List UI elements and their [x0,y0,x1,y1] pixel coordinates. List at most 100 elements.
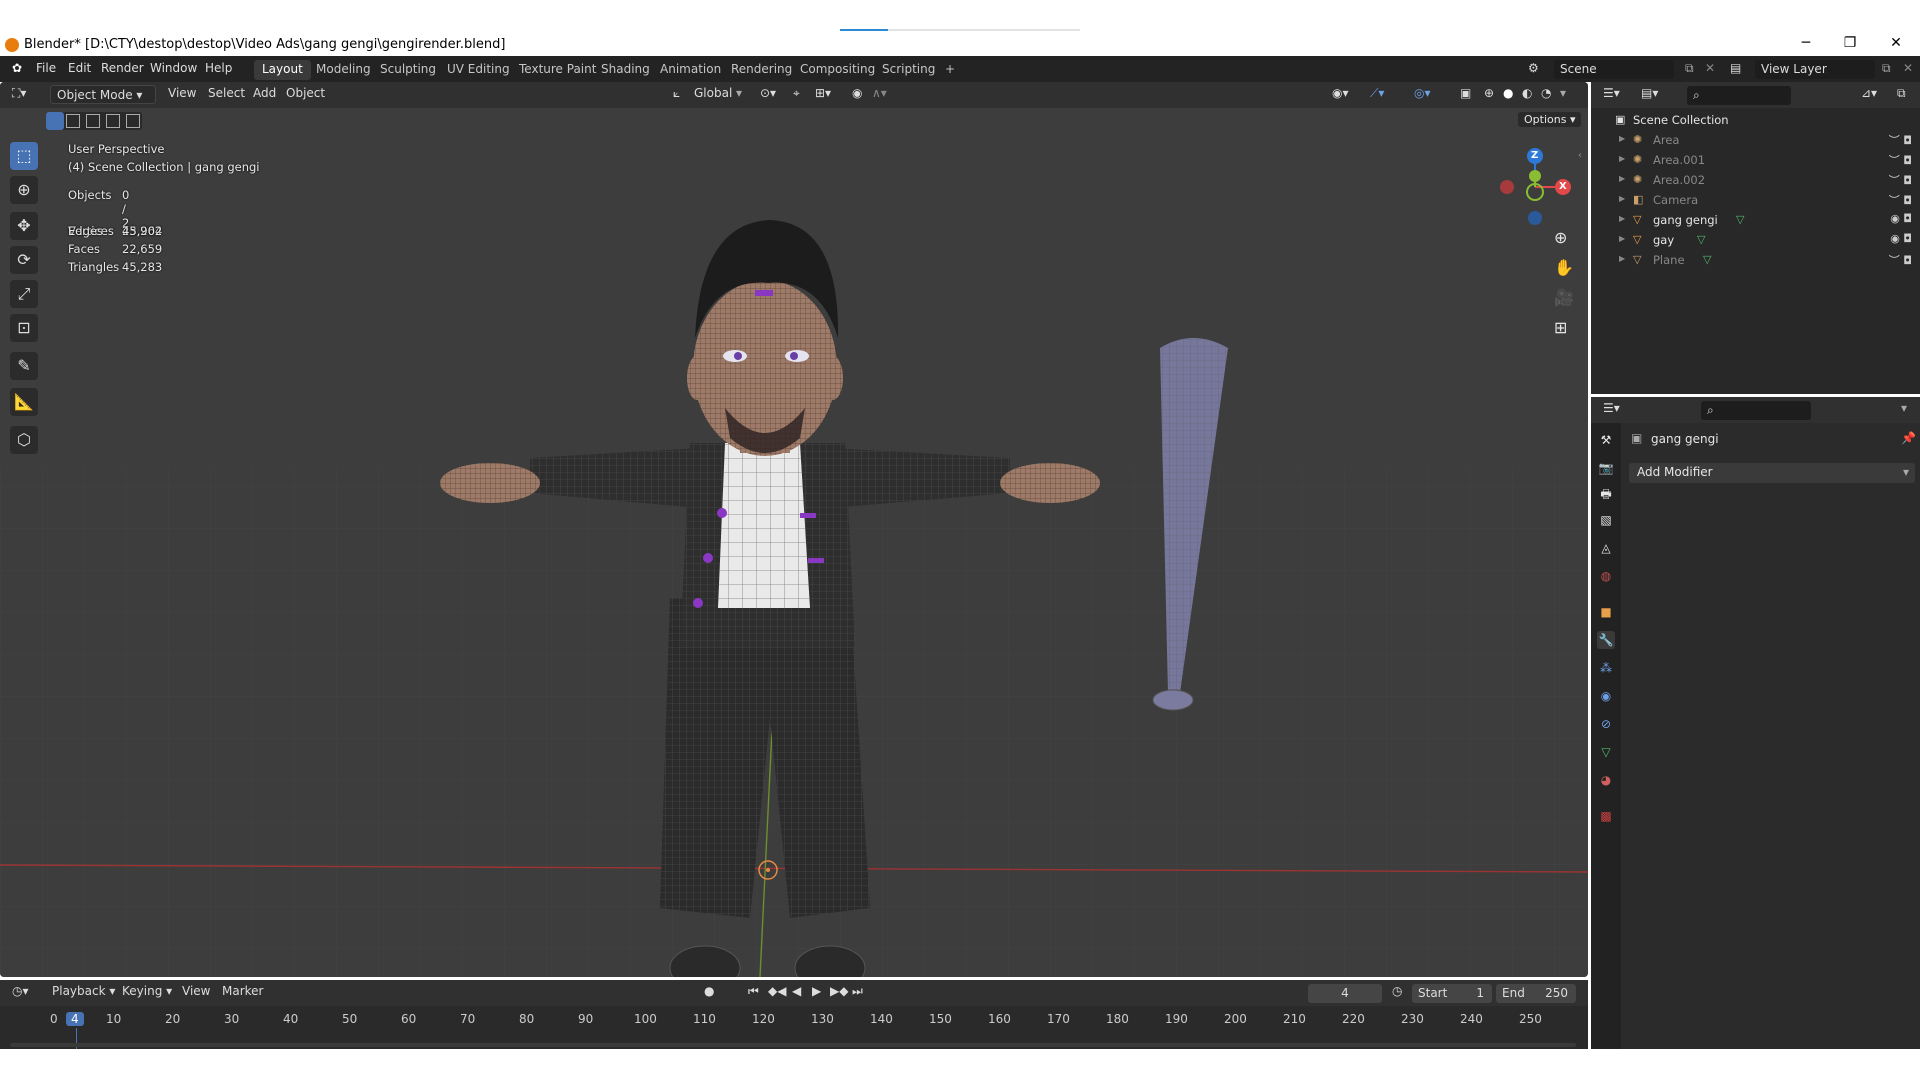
timeline-editor-type-icon[interactable]: ◷▾ [12,984,29,998]
playhead-frame-indicator[interactable]: 4 [66,1012,84,1026]
timeline-scrollbar[interactable] [10,1043,1576,1047]
pan-hand-icon[interactable]: ✋ [1554,258,1574,277]
menu-select[interactable]: Select [208,86,245,100]
measure-tool-icon[interactable]: 📐 [10,388,38,416]
tab-sculpting[interactable]: Sculpting [372,60,444,80]
view-layer-icon[interactable]: ▤ [1730,61,1741,75]
new-collection-icon[interactable]: ⧉ [1897,86,1906,101]
select-intersect-icon[interactable] [126,114,140,128]
maximize-button[interactable]: ❐ [1835,35,1865,51]
visibility-toggle-icon[interactable]: ◉ ◘ [1890,232,1912,245]
options-button[interactable]: Options ▾ [1518,112,1582,127]
material-shading-icon[interactable]: ◐ [1522,86,1532,100]
blender-menu-icon[interactable]: ✿ [12,61,22,75]
tab-rendering[interactable]: Rendering [723,60,800,80]
outliner-editor-type-icon[interactable]: ☰▾ [1603,86,1620,100]
move-tool-icon[interactable]: ✥ [10,212,38,240]
menu-file[interactable]: File [36,61,56,75]
menu-object[interactable]: Object [286,86,325,100]
transform-tool-icon[interactable]: ⊡ [10,314,38,342]
texture-tab-icon[interactable]: ▩ [1597,807,1615,825]
visibility-toggle-icon[interactable]: ◉ ◘ [1890,212,1912,225]
expand-arrow-icon[interactable]: ▶ [1619,254,1625,263]
menu-playback[interactable]: Playback ▾ [52,984,115,998]
properties-options-icon[interactable]: ▾ [1901,401,1907,415]
menu-render[interactable]: Render [101,61,144,75]
add-cube-tool-icon[interactable]: ⬡ [10,426,38,454]
object-tab-icon[interactable]: ■ [1597,603,1615,621]
visibility-toggle-icon[interactable]: ︶ ◘ [1889,132,1912,148]
rotate-tool-icon[interactable]: ⟳ [10,246,38,274]
physics-tab-icon[interactable]: ◉ [1597,687,1615,705]
add-modifier-button[interactable]: Add Modifier ▾ [1629,463,1915,483]
timeline-panel[interactable]: ◷▾ Playback ▾ Keying ▾ View Marker ● ⏮ ◆… [0,980,1588,1049]
cursor-tool-icon[interactable]: ⊕ [10,176,38,204]
jump-start-icon[interactable]: ⏮ [748,984,759,999]
expand-arrow-icon[interactable]: ▶ [1619,174,1625,183]
next-keyframe-icon[interactable]: ▶◆ [830,984,848,998]
zoom-icon[interactable]: ⊕ [1554,228,1567,247]
new-scene-icon[interactable]: ⧉ [1685,61,1694,76]
properties-editor-type-icon[interactable]: ☰▾ [1603,401,1620,415]
current-frame-field[interactable]: 4 [1308,984,1382,1003]
jump-end-icon[interactable]: ⏭ [852,984,863,999]
gizmo-toggle-icon[interactable]: ⟋▾ [1370,86,1384,101]
xray-toggle-icon[interactable]: ▣ [1460,86,1471,100]
start-frame-field[interactable]: Start 1 [1412,984,1492,1003]
tab-modeling[interactable]: Modeling [308,60,379,80]
preview-range-icon[interactable]: ◷ [1392,984,1402,998]
select-box-tool-icon[interactable]: ⬚ [10,142,38,170]
select-subtract-icon[interactable] [86,114,100,128]
snap-icon[interactable]: ⌖ [793,86,800,101]
expand-arrow-icon[interactable]: ▶ [1619,134,1625,143]
outliner-item-plane[interactable]: ▶ ▽ Plane ▽ ︶ ◘ [1591,250,1920,270]
annotate-tool-icon[interactable]: ✎ [10,352,38,380]
tool-tab-icon[interactable]: ⚒ [1597,431,1615,449]
scene-selector[interactable]: Scene [1554,60,1674,79]
pivot-icon[interactable]: ⊙▾ [760,86,776,100]
tab-texture-paint[interactable]: Texture Paint [511,60,604,80]
play-reverse-icon[interactable]: ◀ [792,984,801,998]
select-invert-icon[interactable] [106,114,120,128]
menu-window[interactable]: Window [150,61,197,75]
properties-search-input[interactable]: ⌕ [1701,401,1811,420]
pin-icon[interactable]: 📌 [1901,431,1916,445]
shading-options-icon[interactable]: ▾ [1560,86,1566,100]
tab-compositing[interactable]: Compositing [792,60,883,80]
end-frame-field[interactable]: End 250 [1496,984,1576,1003]
select-extend-icon[interactable] [66,114,80,128]
editor-type-icon[interactable]: ⛶▾ [12,86,26,101]
display-mode-icon[interactable]: ▤▾ [1641,86,1658,100]
scene-icon[interactable]: ⚙ [1528,61,1539,75]
visibility-toggle-icon[interactable]: ︶ ◘ [1889,172,1912,188]
view-layer-tab-icon[interactable]: ▧ [1597,511,1615,529]
record-icon[interactable]: ● [704,984,714,998]
play-icon[interactable]: ▶ [812,984,821,998]
outliner-item-gay[interactable]: ▶ ▽ gay ▽ ◉ ◘ [1591,230,1920,250]
visibility-toggle-icon[interactable]: ︶ ◘ [1889,252,1912,268]
outliner-root[interactable]: ▣ Scene Collection [1591,110,1920,130]
menu-add[interactable]: Add [253,86,276,100]
ortho-toggle-icon[interactable]: ⊞ [1554,318,1567,337]
falloff-icon[interactable]: ∧▾ [872,86,887,100]
snap-target-icon[interactable]: ⊞▾ [815,86,831,100]
expand-arrow-icon[interactable]: ▶ [1619,214,1625,223]
orientation-selector[interactable]: Global [694,86,732,100]
prev-keyframe-icon[interactable]: ◆◀ [768,984,786,998]
mode-selector[interactable]: Object Mode ▾ [50,85,156,104]
tab-shading[interactable]: Shading [593,60,658,80]
filter-icon[interactable]: ⊿▾ [1861,86,1877,100]
menu-help[interactable]: Help [205,61,232,75]
outliner-item-area-001[interactable]: ▶ ✺ Area.001 ︶ ◘ [1591,150,1920,170]
rendered-shading-icon[interactable]: ◔ [1541,86,1551,100]
expand-arrow-icon[interactable]: ▶ [1619,194,1625,203]
constraints-tab-icon[interactable]: ⊘ [1597,715,1615,733]
overlays-toggle-icon[interactable]: ◎▾ [1414,86,1431,100]
wireframe-shading-icon[interactable]: ⊕ [1484,86,1494,100]
solid-shading-icon[interactable]: ● [1503,86,1513,100]
minimize-button[interactable]: ─ [1791,35,1821,51]
menu-view[interactable]: View [168,86,196,100]
menu-keying[interactable]: Keying ▾ [122,984,172,998]
orientation-icon[interactable]: ⟀ [673,86,680,101]
add-workspace-button[interactable]: + [937,60,963,80]
